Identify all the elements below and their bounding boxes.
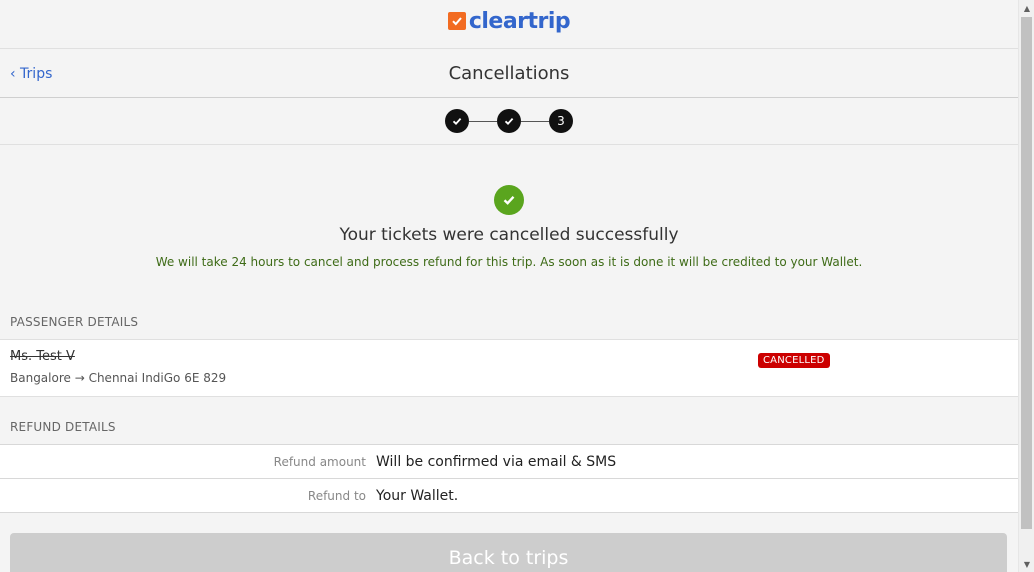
step-1-complete bbox=[445, 109, 469, 133]
scrollbar-thumb[interactable] bbox=[1021, 17, 1032, 529]
refund-to-label: Refund to bbox=[307, 488, 366, 503]
step-2-complete bbox=[497, 109, 521, 133]
arrow-up-icon[interactable]: ▲ bbox=[1019, 0, 1034, 16]
logo-check-icon bbox=[447, 12, 466, 30]
actions: Back to trips bbox=[0, 513, 1018, 572]
success-panel: Your tickets were cancelled successfully… bbox=[0, 145, 1018, 305]
success-message: We will take 24 hours to cancel and proc… bbox=[155, 255, 863, 269]
passenger-details-heading: PASSENGER DETAILS bbox=[10, 315, 139, 329]
vertical-scrollbar[interactable]: ▲ ▼ bbox=[1018, 0, 1034, 572]
refund-table: Refund amount Will be confirmed via emai… bbox=[0, 444, 1018, 513]
page-title: Cancellations bbox=[448, 62, 570, 84]
refund-amount-label: Refund amount bbox=[273, 454, 366, 469]
passenger-name: Ms. Test V bbox=[10, 349, 75, 364]
refund-details-heading: REFUND DETAILS bbox=[10, 419, 116, 434]
logo-text: cleartrip bbox=[468, 8, 571, 34]
refund-amount-value: Will be confirmed via email & SMS bbox=[376, 453, 617, 470]
passenger-route: Bangalore → Chennai IndiGo 6E 829 bbox=[10, 371, 227, 385]
refund-row: Refund amount Will be confirmed via emai… bbox=[0, 445, 1018, 479]
refund-to-value: Your Wallet. bbox=[376, 487, 459, 504]
refund-row: Refund to Your Wallet. bbox=[0, 479, 1018, 513]
success-title: Your tickets were cancelled successfully bbox=[339, 225, 679, 245]
back-to-trips-button[interactable]: Back to trips bbox=[10, 533, 1007, 572]
arrow-down-icon[interactable]: ▼ bbox=[1019, 556, 1034, 572]
check-icon bbox=[452, 117, 462, 125]
cleartrip-logo[interactable]: cleartrip bbox=[447, 8, 571, 34]
step-connector bbox=[469, 120, 497, 122]
page: cleartrip ‹ Trips Cancellations 3 Your t… bbox=[0, 0, 1018, 572]
passenger-row: Ms. Test V Bangalore → Chennai IndiGo 6E… bbox=[0, 339, 1018, 397]
step-connector bbox=[521, 120, 549, 122]
title-bar: ‹ Trips Cancellations bbox=[0, 49, 1018, 98]
check-circle-icon bbox=[494, 185, 524, 215]
check-icon bbox=[504, 117, 514, 125]
step-3-current: 3 bbox=[549, 109, 573, 133]
header: cleartrip bbox=[0, 0, 1018, 49]
back-to-trips-link[interactable]: ‹ Trips bbox=[10, 66, 52, 82]
progress-stepper: 3 bbox=[0, 98, 1018, 145]
status-badge: CANCELLED bbox=[758, 353, 830, 368]
